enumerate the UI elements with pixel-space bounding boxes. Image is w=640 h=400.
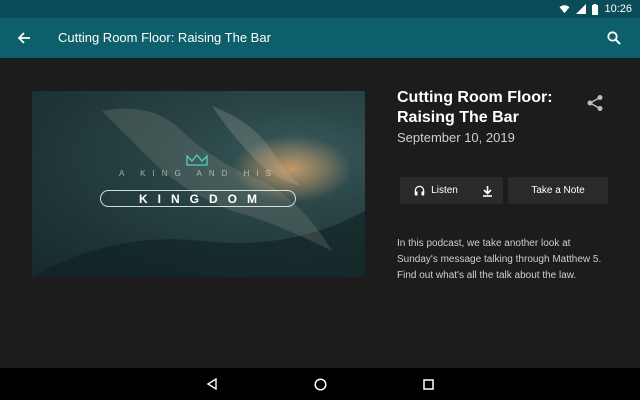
share-icon bbox=[587, 95, 603, 111]
episode-artwork: A KING AND HIS KINGDOM bbox=[32, 91, 365, 277]
take-note-button[interactable]: Take a Note bbox=[508, 177, 608, 204]
listen-group: Listen bbox=[400, 177, 503, 204]
episode-title: Cutting Room Floor: Raising The Bar bbox=[397, 89, 553, 126]
artwork-subtitle: A KING AND HIS bbox=[119, 169, 278, 178]
crown-icon bbox=[186, 153, 208, 166]
share-button[interactable] bbox=[584, 92, 606, 114]
back-button[interactable] bbox=[12, 26, 36, 50]
search-button[interactable] bbox=[602, 26, 626, 50]
episode-date: September 10, 2019 bbox=[397, 130, 515, 145]
wifi-icon bbox=[560, 4, 570, 13]
back-triangle-icon bbox=[206, 378, 217, 390]
signal-icon bbox=[576, 4, 587, 14]
episode-content: A KING AND HIS KINGDOM Cutting Room Floo… bbox=[0, 58, 640, 368]
listen-button[interactable]: Listen bbox=[400, 177, 472, 204]
recents-square-icon bbox=[422, 378, 434, 390]
home-circle-icon bbox=[313, 377, 327, 391]
nav-recents-button[interactable] bbox=[418, 374, 438, 394]
system-nav-bar bbox=[0, 368, 640, 400]
headphones-icon bbox=[414, 185, 425, 196]
download-icon bbox=[483, 185, 492, 197]
arrow-left-icon bbox=[17, 32, 30, 44]
status-time: 10:26 bbox=[604, 3, 632, 15]
status-bar: 10:26 bbox=[0, 0, 640, 18]
app-bar: Cutting Room Floor: Raising The Bar bbox=[0, 18, 640, 58]
battery-icon bbox=[592, 3, 599, 15]
status-icons: 10:26 bbox=[559, 2, 632, 16]
nav-home-button[interactable] bbox=[310, 374, 330, 394]
search-icon bbox=[607, 31, 621, 45]
artwork-background bbox=[32, 91, 365, 277]
download-button[interactable] bbox=[472, 177, 503, 204]
nav-back-button[interactable] bbox=[202, 374, 222, 394]
app-bar-title: Cutting Room Floor: Raising The Bar bbox=[58, 30, 271, 45]
episode-description: In this podcast, we take another look at… bbox=[397, 238, 602, 281]
artwork-title: KINGDOM bbox=[100, 190, 296, 207]
listen-label: Listen bbox=[431, 185, 458, 196]
